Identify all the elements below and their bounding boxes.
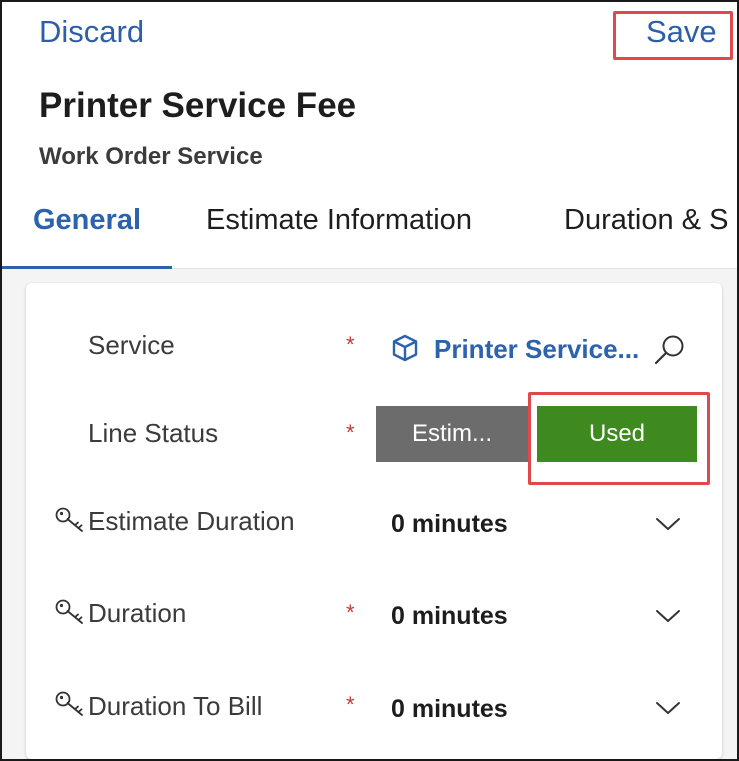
chevron-down-icon[interactable] xyxy=(654,698,682,718)
key-icon xyxy=(55,507,83,532)
page-subtitle: Work Order Service xyxy=(39,143,263,170)
discard-button[interactable]: Discard xyxy=(39,14,144,50)
estimate-duration-value[interactable]: 0 minutes xyxy=(391,510,508,539)
used-highlight-box xyxy=(528,392,710,485)
key-icon xyxy=(55,691,83,716)
key-icon xyxy=(55,599,83,624)
duration-to-bill-value[interactable]: 0 minutes xyxy=(391,695,508,724)
required-indicator: * xyxy=(346,332,355,357)
chevron-down-icon[interactable] xyxy=(654,514,682,534)
cube-icon xyxy=(392,334,418,362)
line-status-estimated-option[interactable]: Estim... xyxy=(376,406,528,462)
estimate-duration-label: Estimate Duration xyxy=(88,506,295,536)
tab-duration[interactable]: Duration & S xyxy=(564,204,728,237)
duration-label: Duration xyxy=(88,598,187,628)
required-indicator: * xyxy=(346,692,355,717)
required-indicator: * xyxy=(346,600,355,625)
service-label: Service xyxy=(88,330,175,360)
chevron-down-icon[interactable] xyxy=(654,606,682,626)
required-indicator: * xyxy=(346,420,355,445)
line-status-label: Line Status xyxy=(88,418,219,448)
service-lookup-link[interactable]: Printer Service... xyxy=(434,334,639,365)
tab-estimate-information[interactable]: Estimate Information xyxy=(206,204,472,237)
search-icon[interactable] xyxy=(652,332,688,368)
save-highlight-box xyxy=(613,11,733,60)
duration-to-bill-label: Duration To Bill xyxy=(88,691,263,721)
duration-value[interactable]: 0 minutes xyxy=(391,602,508,631)
page-title: Printer Service Fee xyxy=(39,86,357,125)
tab-general[interactable]: General xyxy=(33,204,141,237)
tab-bar: General Estimate Information Duration & … xyxy=(2,188,737,268)
